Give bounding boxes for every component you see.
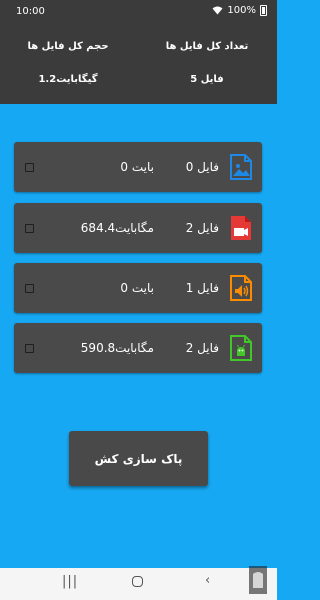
category-count: 0 فایل (185, 160, 219, 174)
category-row-audio[interactable]: 0 بایت 1 فایل (14, 263, 262, 313)
status-icons: 100% (212, 5, 267, 16)
apk-file-icon (230, 335, 252, 361)
category-size: 684.4مگابایت (80, 221, 154, 235)
total-size-value: 1.2گیگابایت (38, 74, 98, 85)
category-size: 0 بایت (120, 160, 154, 174)
battery-percent: 100% (227, 5, 256, 16)
video-file-icon (231, 216, 251, 240)
category-size: 590.8مگابایت (80, 341, 154, 355)
image-file-icon (230, 154, 252, 180)
category-row-images[interactable]: 0 بایت 0 فایل (14, 142, 262, 192)
category-count: 2 فایل (185, 341, 219, 355)
summary-header: تعداد کل فایل ها 5 فایل حجم کل فایل ها 1… (0, 24, 277, 104)
audio-file-icon (230, 275, 252, 301)
battery-icon (260, 5, 267, 16)
select-checkbox[interactable] (25, 163, 34, 172)
select-checkbox[interactable] (25, 344, 34, 353)
total-size-label: حجم کل فایل ها (27, 41, 109, 52)
clean-cache-button[interactable]: پاک سازی کش (69, 431, 208, 486)
category-count: 2 فایل (185, 221, 219, 235)
category-row-videos[interactable]: 684.4مگابایت 2 فایل (14, 203, 262, 253)
total-count-value: 5 فایل (190, 74, 224, 85)
total-count-label: تعداد کل فایل ها (165, 41, 249, 52)
select-checkbox[interactable] (25, 224, 34, 233)
category-row-apk[interactable]: 590.8مگابایت 2 فایل (14, 323, 262, 373)
back-icon[interactable]: ‹ (205, 573, 210, 588)
status-bar: 10:00 100% (0, 0, 277, 24)
wifi-icon (212, 6, 223, 15)
select-checkbox[interactable] (25, 284, 34, 293)
category-count: 1 فایل (185, 281, 219, 295)
category-size: 0 بایت (120, 281, 154, 295)
status-time: 10:00 (16, 6, 45, 17)
system-nav-bar: ||| ‹ (0, 568, 277, 600)
home-icon[interactable] (132, 576, 143, 587)
recents-icon[interactable]: ||| (62, 574, 78, 589)
store-logo-icon (249, 566, 267, 594)
